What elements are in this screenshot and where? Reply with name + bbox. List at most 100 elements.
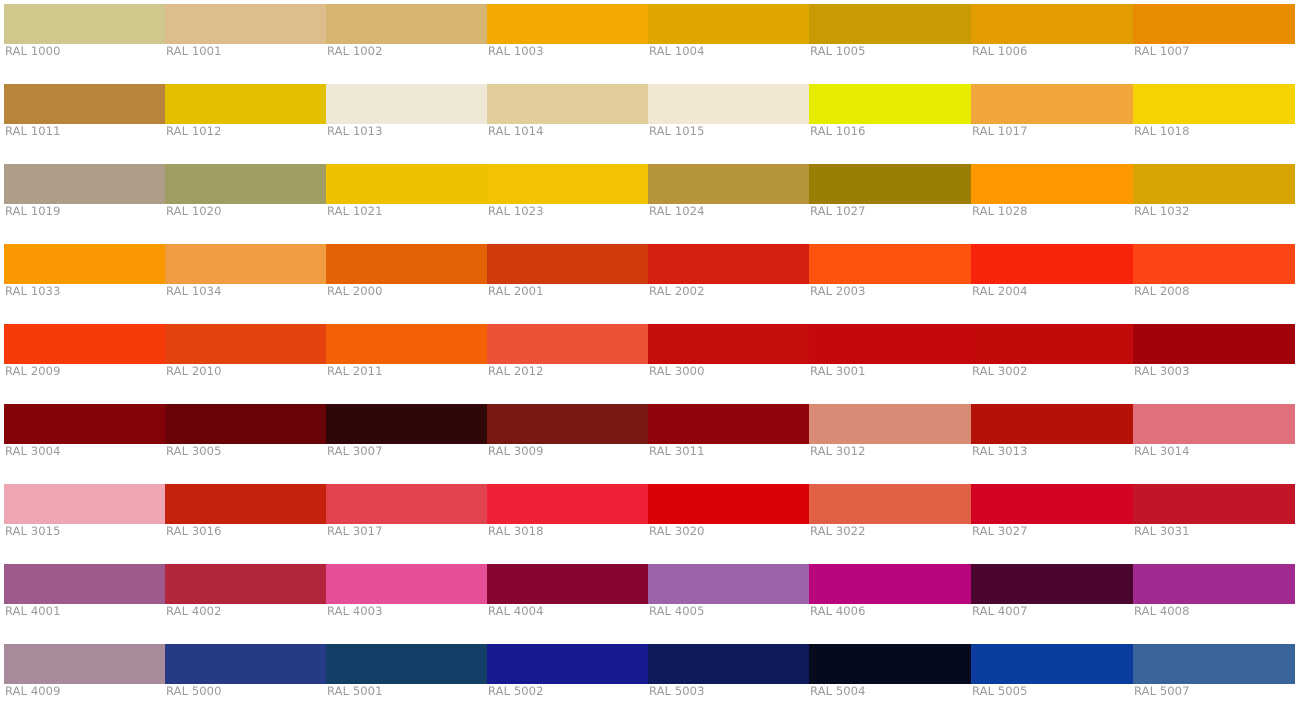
color-code-label: RAL 3002 — [972, 364, 1028, 378]
color-swatch — [165, 244, 326, 284]
color-code-label: RAL 3018 — [488, 524, 544, 538]
color-code-label: RAL 1003 — [488, 44, 544, 58]
color-swatch-item: RAL 3018 — [487, 484, 648, 564]
color-swatch — [326, 4, 487, 44]
color-swatch-item: RAL 3007 — [326, 404, 487, 484]
color-swatch-item: RAL 1034 — [165, 244, 326, 324]
color-swatch — [4, 84, 165, 124]
color-swatch-item: RAL 5004 — [809, 644, 971, 724]
color-swatch-item: RAL 4009 — [4, 644, 165, 724]
color-swatch-item: RAL 3002 — [971, 324, 1133, 404]
color-swatch-item: RAL 2010 — [165, 324, 326, 404]
color-swatch — [165, 644, 326, 684]
color-code-label: RAL 1016 — [810, 124, 866, 138]
color-swatch-item: RAL 1002 — [326, 4, 487, 84]
color-swatch — [809, 84, 971, 124]
color-swatch-item: RAL 1024 — [648, 164, 809, 244]
color-swatch — [1133, 324, 1295, 364]
color-code-label: RAL 1011 — [5, 124, 61, 138]
color-code-label: RAL 1014 — [488, 124, 544, 138]
color-code-label: RAL 1005 — [810, 44, 866, 58]
color-swatch — [487, 4, 648, 44]
color-swatch — [4, 644, 165, 684]
color-code-label: RAL 1013 — [327, 124, 383, 138]
color-code-label: RAL 4002 — [166, 604, 222, 618]
color-swatch-item: RAL 4003 — [326, 564, 487, 644]
color-swatch-item: RAL 3015 — [4, 484, 165, 564]
color-swatch — [648, 324, 809, 364]
color-swatch-item: RAL 4001 — [4, 564, 165, 644]
color-code-label: RAL 3020 — [649, 524, 705, 538]
color-swatch-item: RAL 5000 — [165, 644, 326, 724]
color-code-label: RAL 3004 — [5, 444, 61, 458]
color-swatch — [487, 404, 648, 444]
color-code-label: RAL 1034 — [166, 284, 222, 298]
color-swatch-item: RAL 1023 — [487, 164, 648, 244]
color-swatch — [326, 484, 487, 524]
color-swatch — [971, 84, 1133, 124]
color-code-label: RAL 1033 — [5, 284, 61, 298]
color-swatch-item: RAL 4004 — [487, 564, 648, 644]
color-swatch-item: RAL 3020 — [648, 484, 809, 564]
color-code-label: RAL 3017 — [327, 524, 383, 538]
color-swatch-item: RAL 2000 — [326, 244, 487, 324]
color-swatch — [4, 164, 165, 204]
color-swatch-item: RAL 1019 — [4, 164, 165, 244]
color-code-label: RAL 1023 — [488, 204, 544, 218]
color-code-label: RAL 3015 — [5, 524, 61, 538]
color-code-label: RAL 3009 — [488, 444, 544, 458]
color-swatch — [4, 324, 165, 364]
color-swatch — [326, 564, 487, 604]
color-code-label: RAL 4009 — [5, 684, 61, 698]
color-code-label: RAL 1021 — [327, 204, 383, 218]
color-code-label: RAL 1006 — [972, 44, 1028, 58]
ral-color-palette: RAL 1000 RAL 1001 RAL 1002 RAL 1003 RAL 1004… — [4, 4, 1295, 724]
color-code-label: RAL 2004 — [972, 284, 1028, 298]
color-swatch-item: RAL 1012 — [165, 84, 326, 164]
color-swatch — [648, 84, 809, 124]
color-code-label: RAL 5000 — [166, 684, 222, 698]
color-swatch — [326, 164, 487, 204]
color-code-label: RAL 3003 — [1134, 364, 1190, 378]
color-swatch — [4, 4, 165, 44]
color-code-label: RAL 4008 — [1134, 604, 1190, 618]
color-code-label: RAL 1004 — [649, 44, 705, 58]
color-swatch — [4, 244, 165, 284]
color-code-label: RAL 4005 — [649, 604, 705, 618]
color-swatch-item: RAL 4002 — [165, 564, 326, 644]
color-swatch-item: RAL 3005 — [165, 404, 326, 484]
color-code-label: RAL 2011 — [327, 364, 383, 378]
color-swatch — [809, 324, 971, 364]
color-swatch — [971, 484, 1133, 524]
color-swatch-item: RAL 3031 — [1133, 484, 1295, 564]
color-swatch — [487, 164, 648, 204]
color-swatch — [487, 484, 648, 524]
color-swatch — [1133, 484, 1295, 524]
color-swatch — [165, 404, 326, 444]
color-swatch-item: RAL 2001 — [487, 244, 648, 324]
color-code-label: RAL 1001 — [166, 44, 222, 58]
color-swatch — [4, 564, 165, 604]
color-swatch-item: RAL 3027 — [971, 484, 1133, 564]
color-swatch — [487, 84, 648, 124]
color-code-label: RAL 1002 — [327, 44, 383, 58]
color-swatch-item: RAL 1014 — [487, 84, 648, 164]
color-code-label: RAL 3001 — [810, 364, 866, 378]
color-code-label: RAL 1007 — [1134, 44, 1190, 58]
color-code-label: RAL 1032 — [1134, 204, 1190, 218]
color-swatch-item: RAL 4008 — [1133, 564, 1295, 644]
color-swatch-item: RAL 3009 — [487, 404, 648, 484]
color-code-label: RAL 5001 — [327, 684, 383, 698]
color-swatch — [809, 484, 971, 524]
color-swatch — [971, 244, 1133, 284]
color-swatch — [809, 404, 971, 444]
color-code-label: RAL 5002 — [488, 684, 544, 698]
color-swatch — [809, 4, 971, 44]
color-swatch — [648, 4, 809, 44]
color-code-label: RAL 3016 — [166, 524, 222, 538]
color-code-label: RAL 4001 — [5, 604, 61, 618]
color-swatch-item: RAL 3016 — [165, 484, 326, 564]
color-code-label: RAL 4006 — [810, 604, 866, 618]
color-swatch — [1133, 244, 1295, 284]
color-swatch — [4, 404, 165, 444]
